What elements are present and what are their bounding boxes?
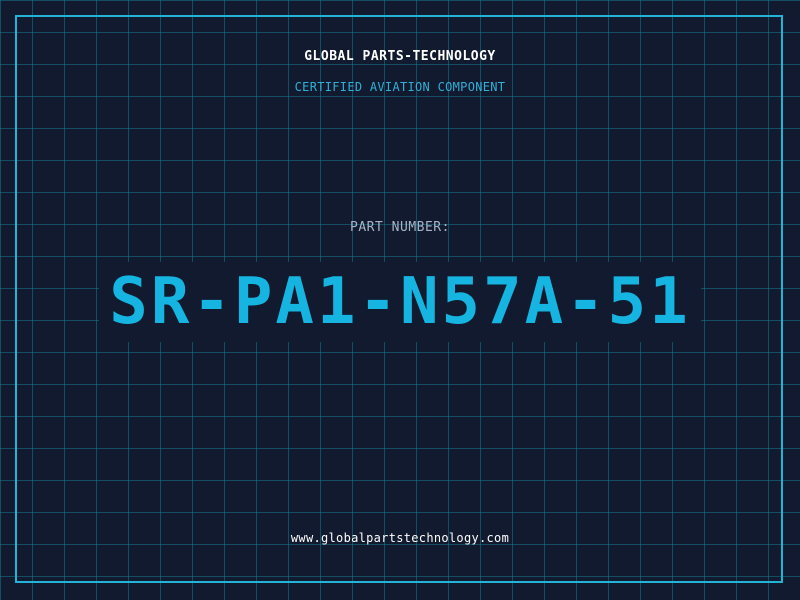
- company-name: GLOBAL PARTS-TECHNOLOGY: [304, 49, 496, 64]
- certification-tagline: CERTIFIED AVIATION COMPONENT: [294, 80, 506, 94]
- part-number-container: SR-PA1-N57A-51: [0, 262, 800, 342]
- website-url: www.globalpartstechnology.com: [290, 531, 510, 545]
- part-number-value: SR-PA1-N57A-51: [99, 262, 701, 342]
- part-number-label: PART NUMBER:: [350, 220, 450, 235]
